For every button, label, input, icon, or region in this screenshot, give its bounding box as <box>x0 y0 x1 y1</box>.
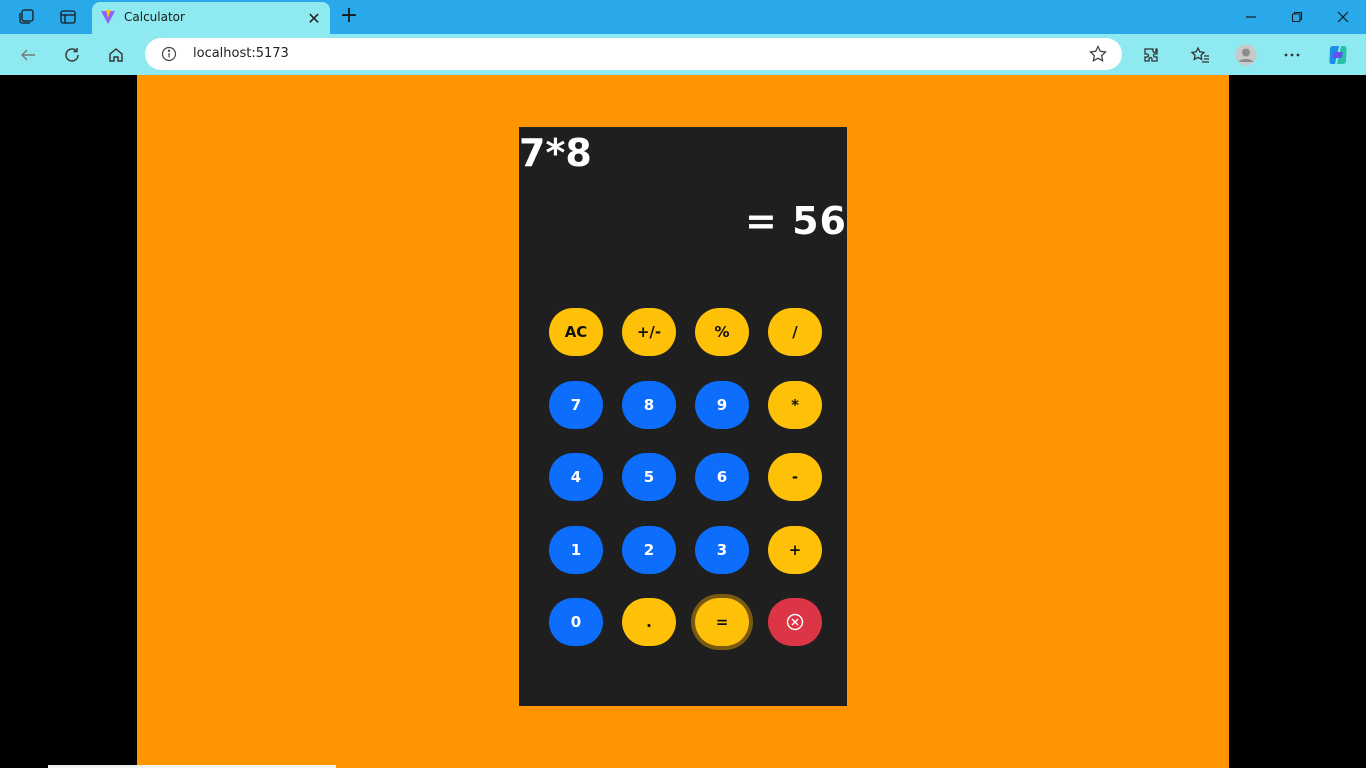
address-url[interactable]: localhost:5173 <box>193 46 289 61</box>
digit-2-button[interactable]: 2 <box>622 525 676 574</box>
digit-7-button[interactable]: 7 <box>549 380 603 429</box>
all-clear-button[interactable]: AC <box>549 308 603 356</box>
digit-8-button[interactable]: 8 <box>622 380 676 429</box>
decimal-button[interactable]: . <box>622 598 676 646</box>
more-options-icon[interactable] <box>1280 43 1304 67</box>
site-info-icon[interactable] <box>161 46 177 62</box>
result-display: = 56 <box>745 199 847 243</box>
percent-button[interactable]: % <box>695 308 749 356</box>
workspaces-icon[interactable] <box>15 6 37 28</box>
multiply-button[interactable]: * <box>768 380 822 429</box>
browser-tab-bar: Calculator ✕ + <box>0 0 1366 34</box>
expression-display: 7*8 <box>519 131 592 175</box>
copilot-icon[interactable] <box>1326 43 1350 67</box>
vite-logo-icon <box>100 9 116 25</box>
digit-9-button[interactable]: 9 <box>695 380 749 429</box>
delete-button[interactable] <box>768 598 822 646</box>
close-window-icon[interactable] <box>1332 6 1354 28</box>
new-tab-icon[interactable]: + <box>338 5 360 27</box>
digit-1-button[interactable]: 1 <box>549 525 603 574</box>
refresh-icon[interactable] <box>60 43 84 67</box>
home-icon[interactable] <box>104 43 128 67</box>
circle-x-icon <box>786 613 804 631</box>
divide-button[interactable]: / <box>768 308 822 356</box>
close-tab-icon[interactable]: ✕ <box>304 8 324 28</box>
equals-button[interactable]: = <box>695 598 749 646</box>
tab-actions-icon[interactable] <box>57 6 79 28</box>
page-viewport: 7*8 = 56 AC +/- % / 7 8 9 * 4 5 6 - 1 2 … <box>0 75 1366 768</box>
extensions-icon[interactable] <box>1139 43 1163 67</box>
profile-avatar-icon[interactable] <box>1234 43 1258 67</box>
app-background: 7*8 = 56 AC +/- % / 7 8 9 * 4 5 6 - 1 2 … <box>137 75 1229 768</box>
address-bar[interactable]: localhost:5173 <box>145 38 1122 70</box>
digit-3-button[interactable]: 3 <box>695 525 749 574</box>
digit-0-button[interactable]: 0 <box>549 598 603 646</box>
digit-4-button[interactable]: 4 <box>549 453 603 501</box>
subtract-button[interactable]: - <box>768 453 822 501</box>
keypad: AC +/- % / 7 8 9 * 4 5 6 - 1 2 3 + 0 . = <box>549 308 822 646</box>
digit-5-button[interactable]: 5 <box>622 453 676 501</box>
favorites-icon[interactable] <box>1188 43 1212 67</box>
browser-toolbar: localhost:5173 <box>0 34 1366 75</box>
minimize-icon[interactable] <box>1240 6 1262 28</box>
calculator: 7*8 = 56 AC +/- % / 7 8 9 * 4 5 6 - 1 2 … <box>519 127 847 706</box>
favorite-star-icon[interactable] <box>1088 44 1108 64</box>
digit-6-button[interactable]: 6 <box>695 453 749 501</box>
toggle-sign-button[interactable]: +/- <box>622 308 676 356</box>
restore-icon[interactable] <box>1286 6 1308 28</box>
add-button[interactable]: + <box>768 525 822 574</box>
tab-calculator[interactable]: Calculator ✕ <box>92 2 330 34</box>
back-icon[interactable] <box>16 43 40 67</box>
tab-title: Calculator <box>124 10 185 24</box>
